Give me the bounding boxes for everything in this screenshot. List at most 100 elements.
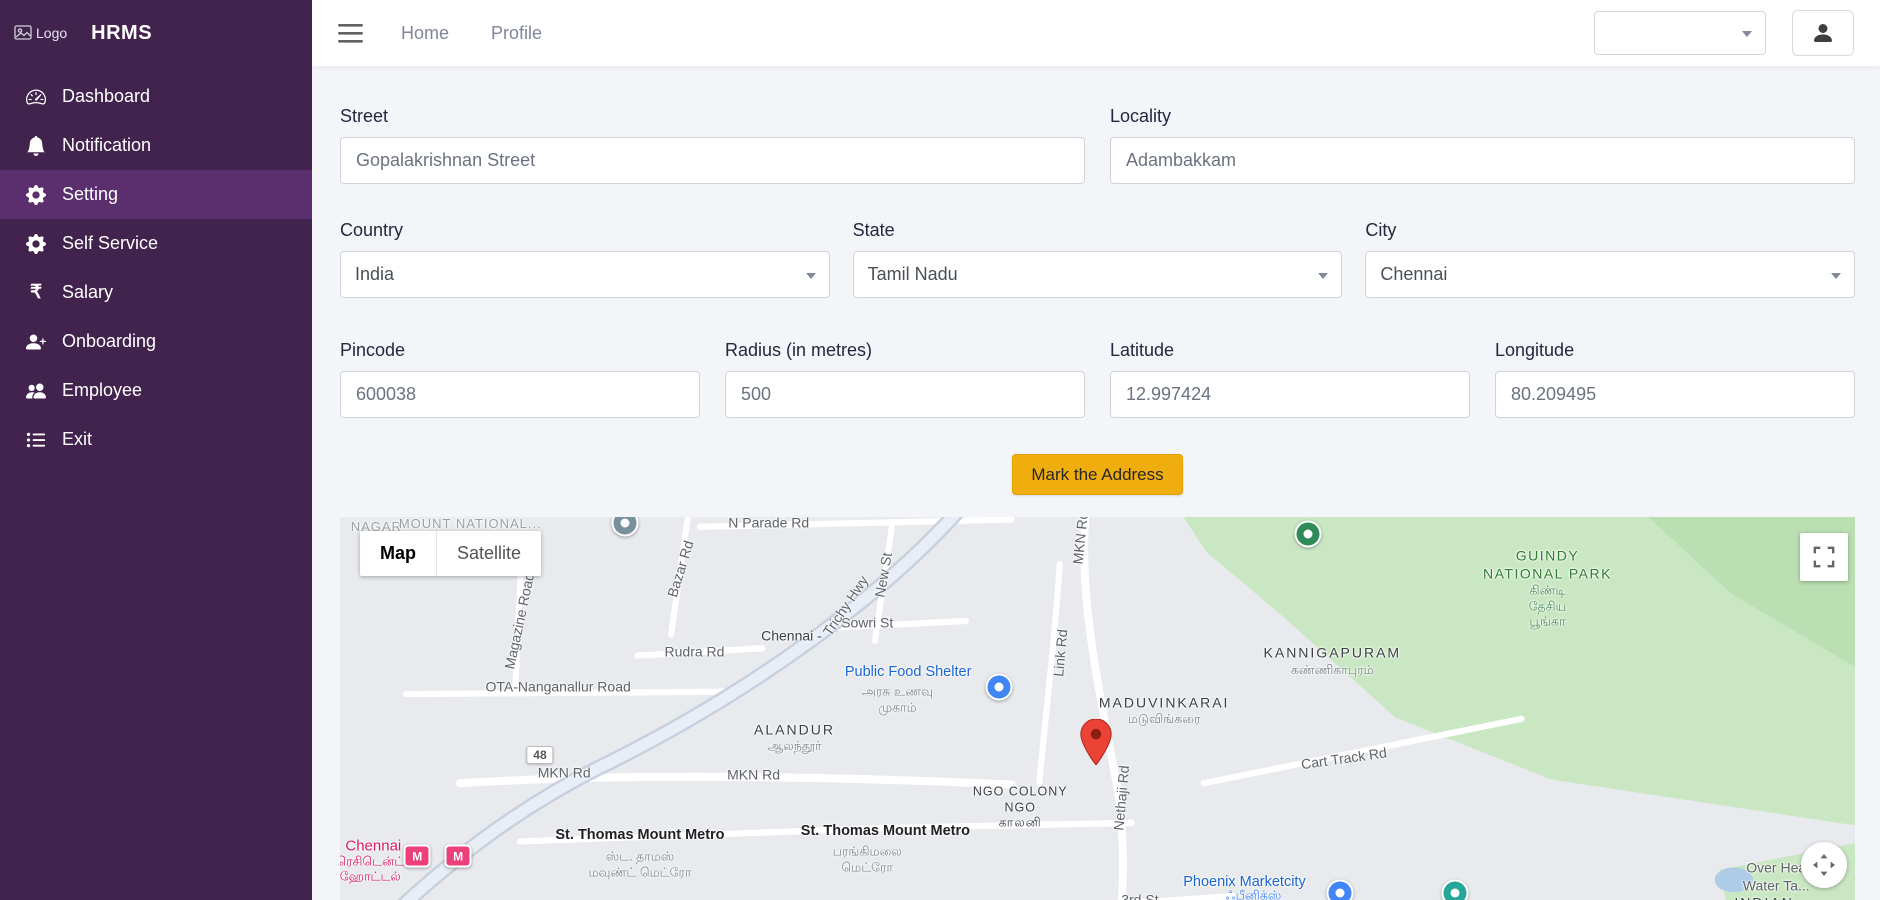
state-select-value: Tamil Nadu [868, 264, 958, 285]
sidebar-menu: Dashboard Notification Setting Self Serv… [0, 72, 312, 464]
map-label: மடுவிங்கரை [1128, 712, 1201, 728]
hamburger-menu-icon[interactable] [338, 24, 363, 43]
pan-control-button[interactable] [1801, 842, 1847, 888]
pincode-input[interactable] [340, 371, 700, 418]
sidebar-item-label: Salary [62, 282, 113, 303]
sidebar-item-label: Onboarding [62, 331, 156, 352]
city-select[interactable]: Chennai [1365, 251, 1855, 298]
sidebar-item-onboarding[interactable]: Onboarding [0, 317, 312, 366]
map-label: அரசு உணவு முகாம் [862, 685, 933, 716]
map-label: ரெசிடென்ட் ஹோட்டல் [340, 854, 404, 885]
map-label: Chennai [345, 837, 401, 856]
sidebar-item-employee[interactable]: Employee [0, 366, 312, 415]
map-label: NGO COLONY NGO காலனி [973, 785, 1068, 832]
highway-48-badge: 48 [526, 746, 553, 764]
latitude-input[interactable] [1110, 371, 1470, 418]
country-select[interactable]: India [340, 251, 830, 298]
logo-alt-text: Logo [36, 25, 67, 41]
map-labels-layer: NAGARMOUNT NATIONAL...N Parade RdBazar R… [340, 517, 1855, 900]
map-label: Over Hea Water Ta... [1743, 860, 1810, 895]
map-type-controls: Map Satellite [360, 531, 541, 576]
map-label: Magazine Road [502, 571, 540, 671]
map-label: MKN Rd [538, 765, 591, 783]
city-label: City [1365, 220, 1855, 241]
fullscreen-icon [1813, 546, 1835, 568]
longitude-field-group: Longitude [1495, 340, 1855, 418]
main-area: Home Profile Street Locality [312, 0, 1880, 900]
gray-poi [611, 517, 638, 537]
topbar-right [1594, 10, 1854, 56]
satellite-view-button[interactable]: Satellite [436, 531, 541, 576]
radius-input[interactable] [725, 371, 1085, 418]
sidebar-item-exit[interactable]: Exit [0, 415, 312, 464]
list-icon [26, 430, 46, 450]
city-field-group: City Chennai [1365, 220, 1855, 298]
pincode-field-group: Pincode [340, 340, 700, 418]
sidebar-item-salary[interactable]: ₹ Salary [0, 268, 312, 317]
fullscreen-button[interactable] [1800, 533, 1848, 581]
street-input[interactable] [340, 137, 1085, 184]
map-label: St. Thomas Mount Metro [555, 826, 724, 844]
sidebar-item-label: Setting [62, 184, 118, 205]
longitude-label: Longitude [1495, 340, 1855, 361]
gear-icon [26, 234, 46, 254]
map-canvas[interactable]: NAGARMOUNT NATIONAL...N Parade RdBazar R… [340, 517, 1855, 900]
map-label: ஃபீனிக்ஸ் மார்க்கெட் [1224, 889, 1283, 900]
mall-poi [1326, 880, 1353, 900]
longitude-input[interactable] [1495, 371, 1855, 418]
latitude-label: Latitude [1110, 340, 1470, 361]
street-label: Street [340, 106, 1085, 127]
street-field-group: Street [340, 106, 1085, 184]
sidebar-item-setting[interactable]: Setting [0, 170, 312, 219]
sidebar-item-label: Exit [62, 429, 92, 450]
broken-image-icon: Logo [14, 25, 67, 41]
brand: Logo HRMS [0, 0, 312, 66]
map-label: Rudra Rd [665, 643, 725, 661]
map-label: 3rd St [1121, 891, 1158, 900]
locality-field-group: Locality [1110, 106, 1855, 184]
pincode-label: Pincode [340, 340, 700, 361]
map-label: INDIAN INSTITU... [1719, 895, 1810, 900]
map-label: ஸ்ட. தாமஸ் மவுண்ட் மெட்ரோ [588, 849, 691, 880]
nav-home-link[interactable]: Home [401, 23, 449, 44]
map-label: ALANDUR [754, 721, 835, 739]
city-select-value: Chennai [1380, 264, 1447, 285]
profile-button[interactable] [1792, 10, 1854, 56]
map-label: Phoenix Marketcity [1183, 873, 1306, 891]
map-label: MKN Rd [727, 766, 780, 784]
account-select[interactable] [1594, 11, 1766, 55]
country-field-group: Country India [340, 220, 830, 298]
sidebar-item-notification[interactable]: Notification [0, 121, 312, 170]
app-window: Logo HRMS Dashboard Notification Setting… [0, 0, 1880, 900]
person-plus-icon [26, 332, 46, 352]
map-label: Cart Track Rd [1300, 744, 1388, 773]
metro-station-badge: M [445, 845, 472, 868]
sidebar-item-self-service[interactable]: Self Service [0, 219, 312, 268]
locality-input[interactable] [1110, 137, 1855, 184]
mark-address-button[interactable]: Mark the Address [1012, 454, 1182, 495]
map-marker[interactable] [1080, 719, 1112, 770]
map-label: Chennai - [761, 627, 822, 645]
map-label: N Parade Rd [728, 517, 809, 531]
person-icon [1811, 21, 1835, 45]
pan-arrows-icon [1812, 853, 1836, 877]
map-label: New St [871, 552, 896, 599]
rupee-icon: ₹ [26, 281, 46, 304]
park-tree-poi [1295, 521, 1322, 548]
people-icon [26, 381, 46, 401]
map-label: St. Thomas Mount Metro [801, 822, 970, 840]
state-select[interactable]: Tamil Nadu [853, 251, 1343, 298]
map-view-button[interactable]: Map [360, 531, 436, 576]
map-label: Trichy Hwy [820, 573, 873, 640]
app-title: HRMS [91, 22, 152, 45]
map-label: KANNIGAPURAM [1264, 645, 1402, 663]
country-label: Country [340, 220, 830, 241]
radius-label: Radius (in metres) [725, 340, 1085, 361]
map-label: Bazar Rd [664, 539, 698, 600]
map-label: OTA-Nanganallur Road [486, 678, 631, 696]
bell-icon [26, 136, 46, 156]
state-field-group: State Tamil Nadu [853, 220, 1343, 298]
sidebar: Logo HRMS Dashboard Notification Setting… [0, 0, 312, 900]
nav-profile-link[interactable]: Profile [491, 23, 542, 44]
sidebar-item-dashboard[interactable]: Dashboard [0, 72, 312, 121]
